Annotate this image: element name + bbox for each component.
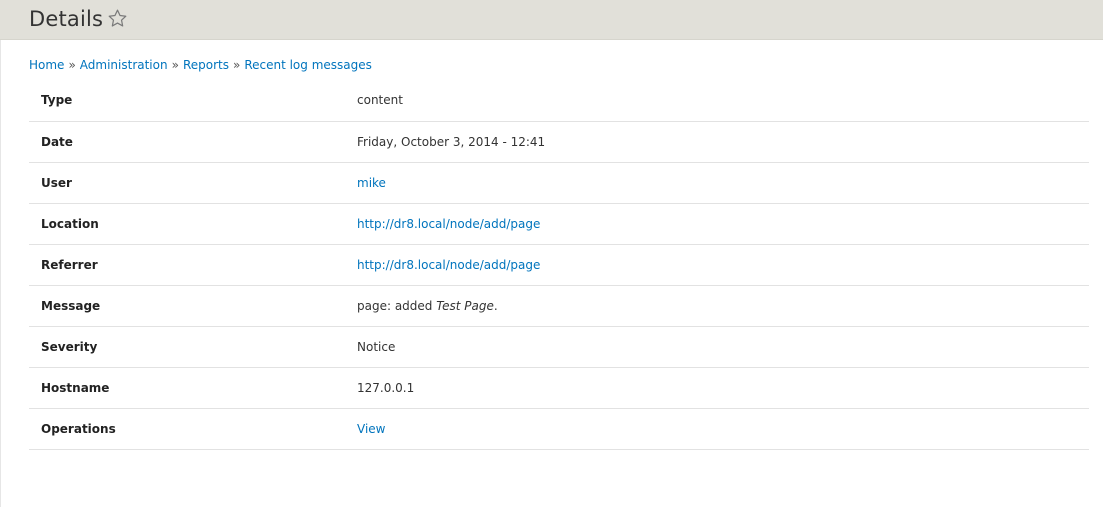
breadcrumb-separator: » [171, 58, 179, 72]
row-user: User mike [29, 161, 1089, 203]
row-value-cell: View [357, 407, 1089, 450]
location-link[interactable]: http://dr8.local/node/add/page [357, 217, 540, 231]
page-title: Details [29, 7, 104, 31]
row-operations: Operations View [29, 407, 1089, 450]
referrer-link[interactable]: http://dr8.local/node/add/page [357, 258, 540, 272]
breadcrumb-administration[interactable]: Administration [80, 58, 168, 72]
message-emphasis: Test Page [436, 298, 494, 313]
breadcrumb-home[interactable]: Home [29, 58, 64, 72]
row-label: Message [29, 284, 357, 326]
row-value-cell: page: added Test Page. [357, 284, 1089, 326]
row-label: Severity [29, 325, 357, 367]
row-value: 127.0.0.1 [357, 366, 1089, 408]
row-type: Type content [29, 80, 1089, 121]
breadcrumb: Home» Administration» Reports» Recent log m… [29, 57, 372, 73]
breadcrumb-separator: » [232, 58, 241, 72]
row-hostname: Hostname 127.0.0.1 [29, 366, 1089, 408]
star-icon[interactable] [107, 8, 128, 29]
breadcrumb-reports[interactable]: Reports [183, 58, 229, 72]
row-message: Message page: added Test Page. [29, 284, 1089, 326]
row-value: Friday, October 3, 2014 - 12:41 [357, 120, 1089, 162]
breadcrumb-separator: » [68, 58, 76, 72]
row-label: Hostname [29, 366, 357, 408]
page-left-edge [0, 40, 1, 507]
row-date: Date Friday, October 3, 2014 - 12:41 [29, 120, 1089, 162]
row-value-cell: http://dr8.local/node/add/page [357, 243, 1089, 285]
row-label: Date [29, 120, 357, 162]
row-value-cell: mike [357, 161, 1089, 203]
row-referrer: Referrer http://dr8.local/node/add/page [29, 243, 1089, 285]
row-value: Notice [357, 325, 1089, 367]
row-label: Referrer [29, 243, 357, 285]
breadcrumb-recent-log-messages[interactable]: Recent log messages [244, 58, 372, 72]
user-link[interactable]: mike [357, 176, 386, 190]
row-label: User [29, 161, 357, 203]
row-location: Location http://dr8.local/node/add/page [29, 202, 1089, 244]
row-label: Type [41, 93, 73, 108]
row-label: Location [29, 202, 357, 244]
row-value-cell: http://dr8.local/node/add/page [357, 202, 1089, 244]
message-prefix: page: added [357, 298, 437, 313]
row-label: Operations [29, 407, 357, 450]
message-suffix: . [493, 298, 498, 313]
row-value: content [357, 93, 403, 108]
details-table: Type content Date Friday, October 3, 201… [29, 80, 1089, 450]
view-link[interactable]: View [357, 422, 385, 436]
page-header: Details [0, 0, 1103, 40]
row-severity: Severity Notice [29, 325, 1089, 367]
